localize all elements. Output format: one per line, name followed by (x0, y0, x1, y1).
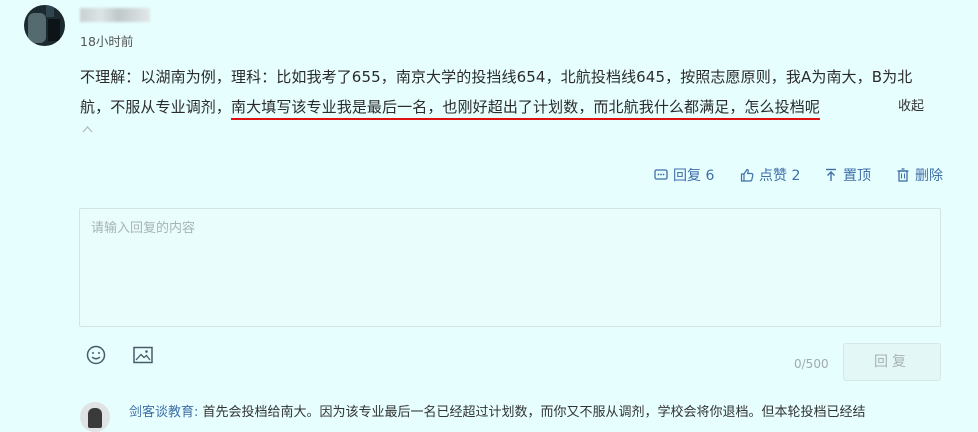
pin-action[interactable]: 置顶 (824, 166, 871, 184)
comment-highlight: 而北航我什么都满足，怎么投档呢 (593, 98, 820, 116)
username-blurred[interactable] (80, 8, 150, 22)
sub-reply-text: 首先会投档给南大。因为该专业最后一名已经超过计划数，而你又不服从调剂，学校会将你… (198, 405, 866, 420)
comment-icon (654, 169, 668, 180)
submit-reply-button[interactable]: 回复 (843, 343, 941, 381)
sub-reply: 剑客谈教育: 首先会投档给南大。因为该专业最后一名已经超过计划数，而你又不服从调… (129, 401, 866, 420)
comment-highlight: 南大填写该专业我是最后一名，也刚好超出了计划数， (231, 98, 594, 116)
reply-action[interactable]: 回复 6 (654, 166, 714, 184)
avatar[interactable] (24, 5, 65, 46)
pin-label: 置顶 (843, 168, 871, 184)
thumbs-up-icon (740, 168, 754, 182)
timestamp: 18小时前 (80, 34, 134, 49)
delete-label: 删除 (915, 168, 943, 184)
reply-textarea[interactable]: 请输入回复的内容 (79, 208, 941, 327)
comment-text: 不理解：以湖南为例，理科：比如我考了655，南京大学的投挡线654，北航投档线6… (80, 62, 942, 122)
collapse-link[interactable]: 收起 (898, 95, 924, 114)
like-action[interactable]: 点赞 2 (740, 166, 800, 184)
chevron-up-icon[interactable] (82, 124, 93, 135)
char-counter: 0/500 (794, 357, 829, 371)
sub-reply-avatar[interactable] (80, 402, 110, 432)
emoji-icon[interactable] (86, 345, 106, 365)
delete-action[interactable]: 删除 (896, 166, 943, 184)
image-icon[interactable] (133, 346, 153, 364)
sub-reply-author[interactable]: 剑客谈教育: (129, 405, 198, 420)
reply-count-label: 回复 6 (673, 168, 715, 184)
like-count-label: 点赞 2 (759, 168, 801, 184)
trash-icon (897, 168, 909, 182)
pin-top-icon (826, 168, 836, 181)
reply-placeholder: 请输入回复的内容 (91, 221, 196, 236)
